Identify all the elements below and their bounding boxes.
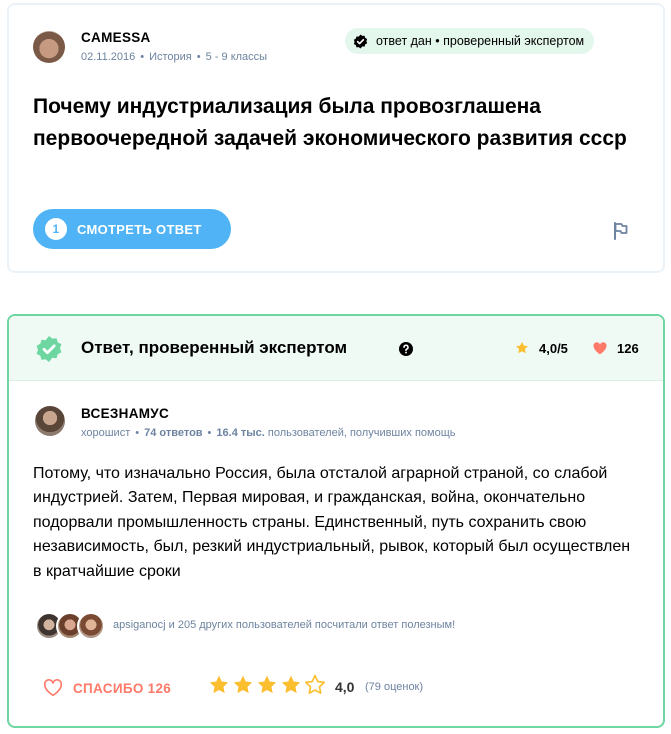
question-card: CAMESSA 02.11.2016 • История • 5 - 9 классы … (7, 3, 665, 273)
star-filled-icon[interactable] (232, 674, 254, 696)
answer-rating: 4,0/5 (539, 341, 568, 356)
thanks-label: СПАСИБО 126 (73, 680, 172, 696)
verified-status-badge: ответ дан • проверенный экспертом (345, 28, 595, 54)
question-grade: 5 - 9 классы (205, 51, 268, 63)
flag-icon[interactable] (613, 222, 629, 240)
rating-average: 4,0 (335, 679, 355, 695)
view-answer-label: СМОТРЕТЬ ОТВЕТ (77, 221, 202, 237)
verified-badge-icon (353, 33, 368, 49)
answer-text: Потому, что изначально Россия, была отст… (33, 465, 631, 580)
answer-author-meta: хорошист • 74 ответов • 16.4 тыс. пользовате… (81, 427, 456, 439)
author-answers-count: 74 ответов (144, 427, 203, 439)
author-helped-label: пользователей, получивших помощь (267, 427, 456, 439)
star-filled-icon[interactable] (208, 674, 230, 696)
meta-separator: • (135, 427, 140, 439)
question-date: 02.11.2016 (81, 51, 136, 63)
expert-check-icon (36, 336, 62, 362)
help-icon[interactable] (399, 342, 413, 356)
helpful-users-avatars (35, 612, 105, 640)
question-title: Почему индустриализация была провозглаше… (33, 95, 627, 150)
author-helped-count: 16.4 тыс. (216, 427, 265, 439)
meta-separator: • (196, 51, 201, 63)
expert-answer-card: Ответ, проверенный экспертом 4,0/5 126 В… (7, 314, 665, 728)
answer-author-avatar[interactable] (35, 406, 65, 436)
star-empty-icon[interactable] (304, 674, 326, 696)
star-filled-icon[interactable] (280, 674, 302, 696)
heart-icon (593, 342, 607, 355)
helpful-users-text: apsiganocj и 205 других пользователей по… (113, 619, 456, 631)
answer-likes-count: 126 (617, 341, 639, 356)
rating-stars[interactable] (208, 674, 328, 696)
heart-outline-icon (43, 679, 63, 697)
meta-separator: • (207, 427, 212, 439)
answers-count-badge: 1 (45, 218, 67, 240)
answer-header: Ответ, проверенный экспертом 4,0/5 126 (9, 316, 663, 381)
question-meta: 02.11.2016 • История • 5 - 9 классы (81, 51, 267, 63)
answer-author-name[interactable]: ВСЕЗНАМУС (81, 406, 169, 421)
helper-avatar (77, 612, 105, 640)
question-author-avatar[interactable] (33, 31, 65, 63)
star-icon (516, 341, 528, 354)
thanks-button[interactable]: СПАСИБО 126 (43, 676, 171, 700)
meta-separator: • (140, 51, 145, 63)
answer-header-title: Ответ, проверенный экспертом (81, 338, 348, 357)
question-author-name[interactable]: CAMESSA (81, 30, 151, 45)
star-filled-icon[interactable] (256, 674, 278, 696)
author-rank: хорошист (81, 427, 131, 439)
rating-count: (79 оценок) (365, 681, 424, 693)
view-answer-button[interactable]: 1 СМОТРЕТЬ ОТВЕТ (33, 209, 231, 249)
question-subject[interactable]: История (149, 51, 192, 63)
verified-status-text: ответ дан • проверенный экспертом (376, 34, 585, 48)
